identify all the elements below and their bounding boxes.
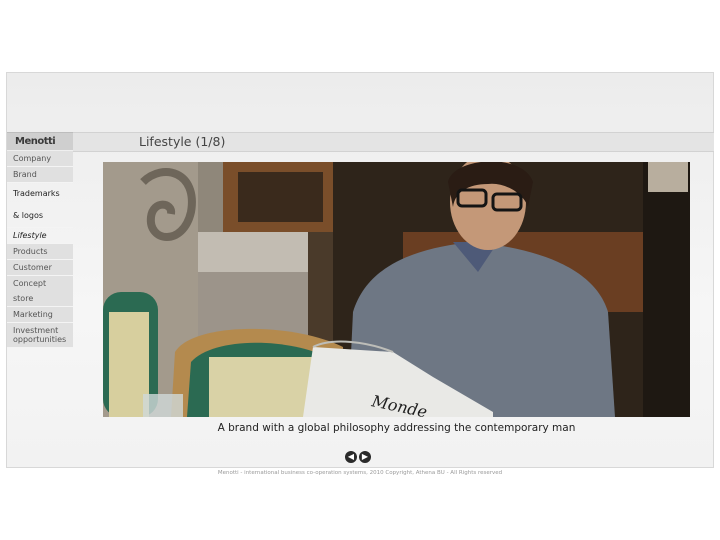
arrow-right-icon[interactable]: ▶ — [359, 451, 371, 463]
nav-item-concept-store[interactable]: Concept store — [7, 276, 73, 307]
photo-illustration: Monde — [103, 162, 690, 417]
sidebar-nav: Company Brand Trademarks & logos Lifesty… — [7, 151, 73, 348]
nav-item-products[interactable]: Products — [7, 244, 73, 260]
nav-item-investment[interactable]: Investment opportunities — [7, 323, 73, 348]
arrow-left-icon[interactable]: ◀ — [345, 451, 357, 463]
nav-item-trademarks[interactable]: Trademarks & logos — [7, 183, 73, 228]
slide-caption: A brand with a global philosophy address… — [217, 422, 576, 434]
title-bar: Lifestyle (1/8) — [73, 132, 714, 152]
brand-logo[interactable]: Menotti — [7, 132, 73, 150]
nav-item-marketing[interactable]: Marketing — [7, 307, 73, 323]
nav-item-company[interactable]: Company — [7, 151, 73, 167]
main-frame: Menotti Lifestyle (1/8) Company Brand Tr… — [6, 72, 714, 468]
footer-copyright: Menotti - international business co-oper… — [217, 470, 503, 476]
page-title: Lifestyle (1/8) — [139, 134, 226, 149]
nav-item-lifestyle[interactable]: Lifestyle — [7, 228, 73, 244]
lifestyle-photo: Monde — [103, 162, 690, 417]
nav-item-brand[interactable]: Brand — [7, 167, 73, 183]
slide-navigation: ◀ ▶ — [345, 451, 373, 470]
nav-item-customer[interactable]: Customer — [7, 260, 73, 276]
